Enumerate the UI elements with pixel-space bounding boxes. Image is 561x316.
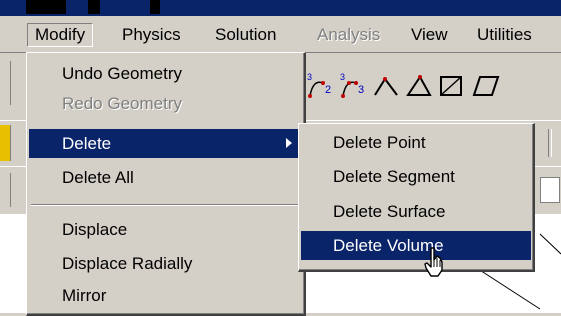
submenu-item-delete-segment[interactable]: Delete Segment	[301, 162, 531, 191]
menu-item-mirror[interactable]: Mirror	[29, 281, 302, 310]
svg-text:3: 3	[358, 84, 364, 96]
toolbar-grip[interactable]	[0, 173, 11, 207]
menu-bar: Modify Physics Solution Analysis View Ut…	[0, 16, 561, 53]
curve-2-points-icon[interactable]: 32	[305, 71, 335, 101]
menu-item-delete-label: Delete	[62, 134, 112, 153]
submenu-item-delete-volume[interactable]: Delete Volume	[301, 231, 531, 260]
curve-3-points-icon[interactable]: 33	[338, 71, 368, 101]
menu-utilities[interactable]: Utilities	[470, 24, 539, 46]
menu-item-displace-radially[interactable]: Displace Radially	[29, 249, 302, 278]
menu-modify[interactable]: Modify	[27, 23, 94, 47]
dropdown-field[interactable]	[540, 177, 560, 203]
rectangle-icon[interactable]	[437, 71, 467, 101]
menu-view[interactable]: View	[404, 24, 455, 46]
arc-icon[interactable]	[371, 71, 401, 101]
toolbar-separator	[548, 129, 552, 157]
toolbar-grip[interactable]	[0, 125, 11, 161]
submenu-arrow-icon	[286, 138, 292, 148]
title-bar-fragment	[88, 0, 100, 14]
mouse-cursor-icon	[424, 247, 443, 277]
submenu-item-delete-surface[interactable]: Delete Surface	[301, 197, 531, 226]
menu-physics[interactable]: Physics	[115, 24, 188, 46]
menu-separator	[31, 204, 300, 206]
menu-item-redo-geometry[interactable]: Redo Geometry	[29, 89, 302, 118]
surface-icon[interactable]	[470, 71, 500, 101]
toolbar-grip[interactable]	[0, 61, 11, 105]
menu-analysis[interactable]: Analysis	[310, 24, 387, 46]
menu-item-undo-geometry[interactable]: Undo Geometry	[29, 59, 302, 88]
menu-item-delete-all[interactable]: Delete All	[29, 163, 302, 192]
delete-submenu: Delete Point Delete Segment Delete Surfa…	[298, 123, 535, 272]
menu-item-displace[interactable]: Displace	[29, 215, 302, 244]
title-bar-fragment	[26, 0, 66, 14]
title-bar-fragment	[150, 0, 160, 14]
window-title-bar	[0, 0, 561, 16]
polygon-icon[interactable]	[404, 71, 434, 101]
modify-menu: Undo Geometry Redo Geometry Delete Delet…	[26, 52, 306, 316]
svg-text:3: 3	[307, 72, 312, 82]
svg-text:3: 3	[340, 72, 345, 82]
submenu-item-delete-point[interactable]: Delete Point	[301, 128, 531, 157]
svg-text:2: 2	[325, 84, 331, 96]
menu-solution[interactable]: Solution	[208, 24, 283, 46]
menu-item-delete[interactable]: Delete	[29, 129, 302, 158]
